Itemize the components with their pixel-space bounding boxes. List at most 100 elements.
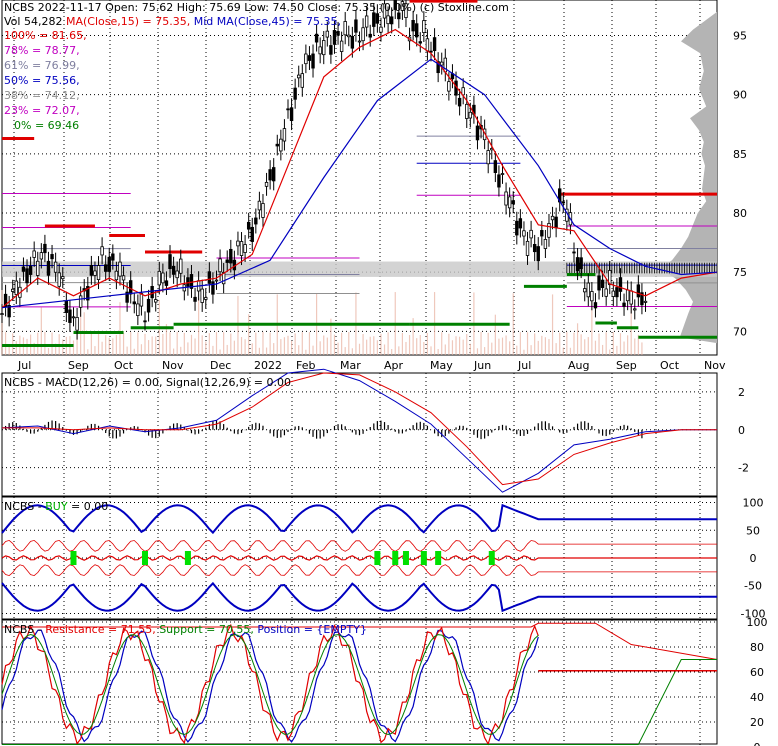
volume-bar bbox=[569, 347, 572, 355]
volume-bar bbox=[580, 334, 582, 355]
candle-body bbox=[615, 287, 619, 298]
buy-marker bbox=[374, 551, 381, 565]
volume-bar bbox=[537, 340, 539, 355]
volume-bar bbox=[40, 307, 42, 355]
candle-body bbox=[583, 288, 587, 293]
price-y-tick: 70 bbox=[733, 325, 747, 338]
candle-body bbox=[350, 35, 355, 49]
volume-bar bbox=[248, 314, 250, 355]
candle-body bbox=[522, 230, 526, 237]
volume-bar bbox=[544, 337, 546, 355]
volume-bar bbox=[487, 332, 489, 355]
candle-body bbox=[540, 230, 544, 237]
candle-body bbox=[243, 244, 247, 253]
rs-y-tick: 0 bbox=[754, 741, 761, 746]
volume-bar bbox=[376, 340, 378, 355]
candle-body bbox=[532, 244, 537, 253]
month-tick: Oct bbox=[114, 359, 134, 372]
candle-body bbox=[379, 26, 383, 33]
candle-body bbox=[246, 221, 251, 230]
volume-bar bbox=[244, 339, 246, 355]
month-tick: Mar bbox=[340, 359, 361, 372]
volume-bar bbox=[147, 340, 150, 355]
candle-body bbox=[529, 229, 533, 239]
volume-bar bbox=[383, 344, 386, 355]
volume-bar bbox=[416, 338, 418, 355]
volume-bar bbox=[401, 332, 403, 355]
candle-body bbox=[21, 266, 26, 272]
month-tick: Nov bbox=[162, 359, 184, 372]
candle-body bbox=[11, 288, 15, 292]
price-y-tick: 90 bbox=[733, 89, 747, 102]
candle-body bbox=[536, 246, 540, 262]
volume-bar bbox=[451, 340, 454, 355]
volume-label: Vol 54,282 bbox=[4, 15, 63, 28]
volume-bar bbox=[348, 332, 350, 355]
candle-body bbox=[0, 313, 4, 315]
volume-bar bbox=[47, 348, 50, 355]
volume-bar bbox=[405, 341, 407, 355]
candle-body bbox=[175, 270, 179, 279]
volume-bar bbox=[459, 336, 461, 355]
volume-bar bbox=[283, 337, 286, 355]
candle-body bbox=[411, 19, 415, 32]
candle-body bbox=[57, 272, 61, 287]
volume-bar bbox=[387, 332, 389, 355]
candle-body bbox=[236, 240, 240, 247]
volume-bar bbox=[344, 347, 346, 355]
month-tick: Jun bbox=[473, 359, 491, 372]
volume-bar bbox=[619, 333, 622, 355]
volume-bar bbox=[183, 332, 185, 355]
volume-bar bbox=[262, 332, 264, 355]
volume-bar bbox=[151, 336, 153, 355]
candle-body bbox=[146, 298, 151, 313]
volume-bar bbox=[97, 333, 100, 355]
buy-suffix: = 0.00 bbox=[67, 500, 109, 513]
volume-bar bbox=[265, 347, 268, 355]
volume-bar bbox=[426, 332, 429, 355]
volume-bar bbox=[87, 349, 89, 355]
volume-bar bbox=[337, 342, 339, 355]
month-tick: Jul bbox=[17, 359, 31, 372]
volume-bar bbox=[51, 332, 53, 355]
candle-body bbox=[239, 241, 244, 256]
candle-body bbox=[121, 275, 126, 281]
volume-bar bbox=[230, 333, 232, 355]
volume-bar bbox=[126, 346, 128, 355]
candle-body bbox=[64, 300, 69, 313]
volume-bar bbox=[526, 332, 529, 355]
volume-bar bbox=[155, 336, 157, 355]
volume-bar bbox=[462, 339, 464, 355]
candle-body bbox=[457, 97, 462, 107]
price-y-tick: 85 bbox=[733, 148, 747, 161]
buy-marker bbox=[488, 551, 495, 565]
volume-bar bbox=[112, 338, 114, 355]
fib-level-label: 23% = 72.07, bbox=[4, 104, 80, 117]
candle-body bbox=[347, 34, 351, 38]
resistance-label: Resistance = 71.55, bbox=[45, 623, 156, 636]
buy-prefix: NCBS - bbox=[4, 500, 46, 513]
candle-body bbox=[207, 271, 212, 284]
volume-bar bbox=[559, 332, 561, 355]
candle-body bbox=[200, 288, 204, 303]
candle-body bbox=[336, 31, 340, 36]
volume-bar bbox=[505, 335, 507, 355]
volume-bar bbox=[509, 341, 511, 355]
volume-bar bbox=[94, 346, 96, 355]
candle-body bbox=[314, 33, 319, 43]
rs-y-tick: 80 bbox=[750, 641, 764, 654]
volume-bar bbox=[90, 332, 92, 355]
buy-marker bbox=[435, 551, 442, 565]
candle-body bbox=[114, 270, 119, 281]
price-y-tick: 80 bbox=[733, 207, 747, 220]
candle-body bbox=[286, 108, 290, 111]
candle-body bbox=[186, 277, 190, 287]
candle-body bbox=[14, 280, 18, 295]
candle-body bbox=[103, 264, 108, 272]
macd-y-tick: 2 bbox=[738, 386, 745, 399]
volume-bar bbox=[258, 347, 260, 355]
candle-body bbox=[418, 41, 422, 44]
volume-bar bbox=[305, 349, 307, 355]
candle-body bbox=[339, 40, 344, 52]
volume-bar bbox=[37, 332, 39, 355]
